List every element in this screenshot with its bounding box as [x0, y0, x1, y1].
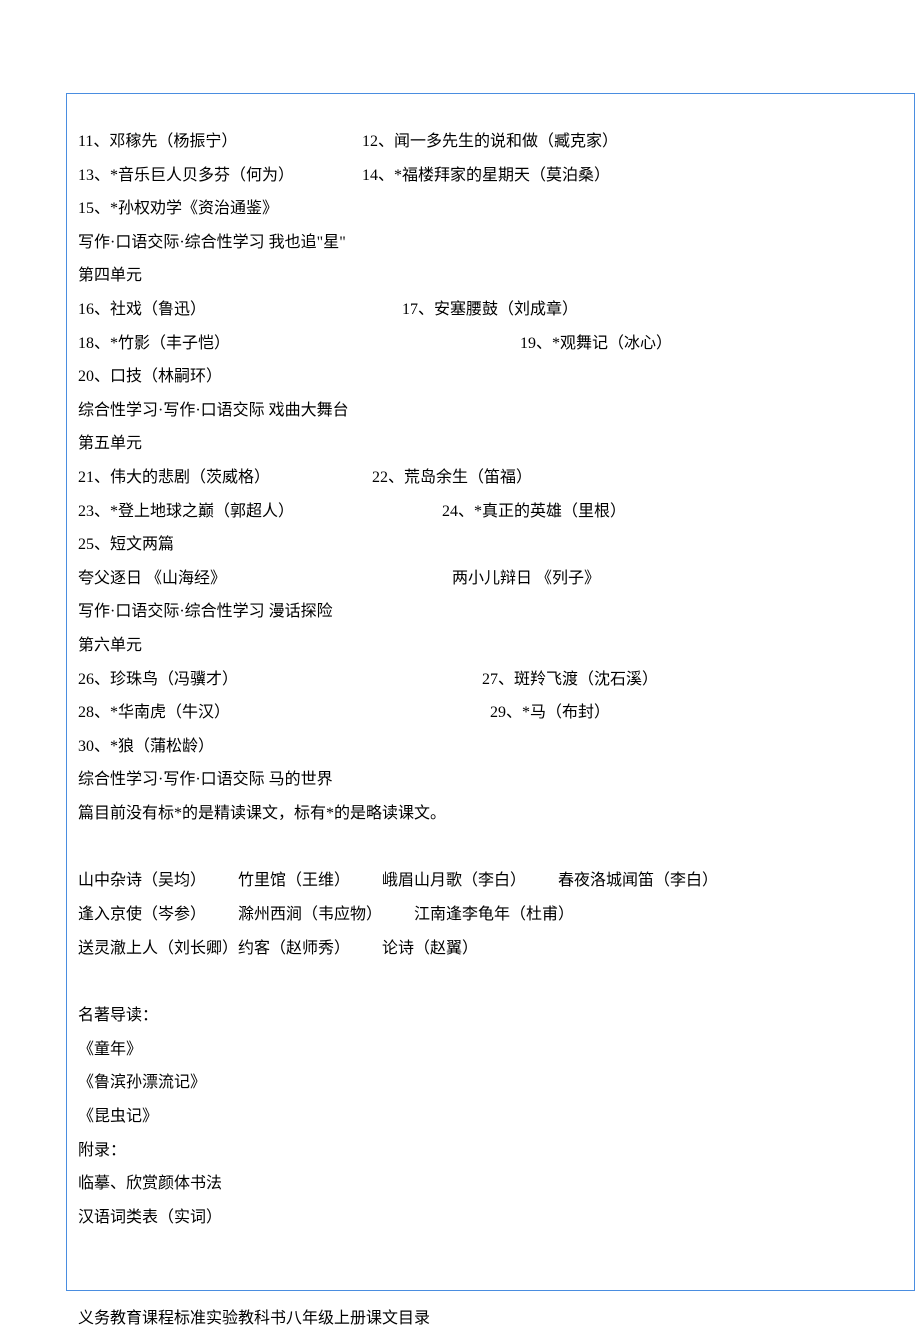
- toc-item: 30、*狼（蒲松龄）: [78, 738, 214, 755]
- poem-item: 滁州西涧（韦应物）: [238, 898, 382, 932]
- activity-text: 综合性学习·写作·口语交际 马的世界: [78, 771, 333, 788]
- spacer: [78, 965, 838, 999]
- poem-item: 江南逢李龟年（杜甫）: [414, 898, 574, 932]
- section-text: 名著导读：: [78, 1007, 158, 1024]
- activity-line: 综合性学习·写作·口语交际 马的世界: [78, 763, 838, 797]
- toc-item: 16、社戏（鲁迅）: [78, 293, 398, 327]
- toc-item: 22、荒岛余生（笛福）: [372, 461, 532, 495]
- note-text: 篇目前没有标*的是精读课文，标有*的是略读课文。: [78, 805, 446, 822]
- toc-row: 18、*竹影（丰子恺） 19、*观舞记（冰心）: [78, 327, 838, 361]
- activity-text: 写作·口语交际·综合性学习 漫话探险: [78, 603, 333, 620]
- toc-item: 21、伟大的悲剧（茨威格）: [78, 461, 368, 495]
- toc-item: 18、*竹影（丰子恺）: [78, 327, 398, 361]
- poem-item: 峨眉山月歌（李白）: [382, 864, 526, 898]
- unit-text: 第五单元: [78, 435, 142, 452]
- next-volume-text: 义务教育课程标准实验教科书八年级上册课文目录: [78, 1310, 430, 1327]
- toc-item: 23、*登上地球之巅（郭超人）: [78, 495, 398, 529]
- toc-item: 19、*观舞记（冰心）: [402, 327, 672, 361]
- list-item: 《鲁滨孙漂流记》: [78, 1066, 838, 1100]
- activity-line: 写作·口语交际·综合性学习 我也追"星": [78, 226, 838, 260]
- poem-item: 论诗（赵翼）: [382, 932, 478, 966]
- unit-text: 第六单元: [78, 637, 142, 654]
- poem-item: 竹里馆（王维）: [238, 864, 350, 898]
- toc-item: 13、*音乐巨人贝多芬（何为）: [78, 159, 398, 193]
- activity-text: 综合性学习·写作·口语交际 戏曲大舞台: [78, 402, 349, 419]
- toc-item: 17、安塞腰鼓（刘成章）: [402, 293, 578, 327]
- list-item: 《昆虫记》: [78, 1100, 838, 1134]
- list-text: 汉语词类表（实词）: [78, 1209, 222, 1226]
- toc-row: 15、*孙权劝学《资治通鉴》: [78, 192, 838, 226]
- toc-row: 21、伟大的悲剧（茨威格） 22、荒岛余生（笛福）: [78, 461, 838, 495]
- note-line: 篇目前没有标*的是精读课文，标有*的是略读课文。: [78, 797, 838, 831]
- spacer: [78, 830, 838, 864]
- poem-row: 逢入京使（岑参） 滁州西涧（韦应物） 江南逢李龟年（杜甫）: [78, 898, 838, 932]
- toc-item: 14、*福楼拜家的星期天（莫泊桑）: [362, 159, 610, 193]
- activity-line: 综合性学习·写作·口语交际 戏曲大舞台: [78, 394, 838, 428]
- list-item: 《童年》: [78, 1033, 838, 1067]
- poem-row: 送灵澈上人（刘长卿）约客（赵师秀） 论诗（赵翼）: [78, 932, 838, 966]
- toc-row: 11、邓稼先（杨振宁） 12、闻一多先生的说和做（臧克家）: [78, 125, 838, 159]
- spacer: [78, 1234, 838, 1268]
- activity-line: 写作·口语交际·综合性学习 漫话探险: [78, 595, 838, 629]
- poem-item: 春夜洛城闻笛（李白）: [558, 864, 718, 898]
- next-volume-heading: 义务教育课程标准实验教科书八年级上册课文目录: [78, 1302, 838, 1336]
- section-text: 附录：: [78, 1142, 126, 1159]
- toc-row: 28、*华南虎（牛汉） 29、*马（布封）: [78, 696, 838, 730]
- activity-text: 写作·口语交际·综合性学习 我也追"星": [78, 234, 346, 251]
- spacer: [78, 1268, 838, 1302]
- toc-item: 两小儿辩日 《列子》: [452, 562, 600, 596]
- unit-heading: 第六单元: [78, 629, 838, 663]
- poem-item: 逢入京使（岑参）: [78, 898, 206, 932]
- toc-row: 夸父逐日 《山海经》 两小儿辩日 《列子》: [78, 562, 838, 596]
- toc-row: 20、口技（林嗣环）: [78, 360, 838, 394]
- toc-row: 16、社戏（鲁迅） 17、安塞腰鼓（刘成章）: [78, 293, 838, 327]
- toc-item: 25、短文两篇: [78, 536, 174, 553]
- poem-item: 送灵澈上人（刘长卿）约客（赵师秀）: [78, 932, 350, 966]
- toc-item: 28、*华南虎（牛汉）: [78, 696, 398, 730]
- list-text: 《童年》: [78, 1041, 142, 1058]
- toc-row: 25、短文两篇: [78, 528, 838, 562]
- toc-item: 12、闻一多先生的说和做（臧克家）: [362, 125, 618, 159]
- list-item: 临摹、欣赏颜体书法: [78, 1167, 838, 1201]
- section-heading: 附录：: [78, 1134, 838, 1168]
- list-text: 临摹、欣赏颜体书法: [78, 1175, 222, 1192]
- unit-text: 第四单元: [78, 267, 142, 284]
- list-text: 《昆虫记》: [78, 1108, 158, 1125]
- poem-item: 山中杂诗（吴均）: [78, 864, 206, 898]
- toc-item: 15、*孙权劝学《资治通鉴》: [78, 200, 278, 217]
- toc-row: 26、珍珠鸟（冯骥才） 27、斑羚飞渡（沈石溪）: [78, 663, 838, 697]
- document-body: 11、邓稼先（杨振宁） 12、闻一多先生的说和做（臧克家） 13、*音乐巨人贝多…: [78, 125, 838, 1336]
- list-text: 《鲁滨孙漂流记》: [78, 1074, 206, 1091]
- toc-item: 24、*真正的英雄（里根）: [402, 495, 626, 529]
- toc-row: 13、*音乐巨人贝多芬（何为） 14、*福楼拜家的星期天（莫泊桑）: [78, 159, 838, 193]
- section-heading: 名著导读：: [78, 999, 838, 1033]
- toc-row: 30、*狼（蒲松龄）: [78, 730, 838, 764]
- toc-item: 29、*马（布封）: [402, 696, 610, 730]
- toc-row: 23、*登上地球之巅（郭超人） 24、*真正的英雄（里根）: [78, 495, 838, 529]
- unit-heading: 第四单元: [78, 259, 838, 293]
- toc-item: 27、斑羚飞渡（沈石溪）: [402, 663, 658, 697]
- toc-item: 20、口技（林嗣环）: [78, 368, 222, 385]
- toc-item: 26、珍珠鸟（冯骥才）: [78, 663, 398, 697]
- poem-row: 山中杂诗（吴均） 竹里馆（王维） 峨眉山月歌（李白） 春夜洛城闻笛（李白）: [78, 864, 838, 898]
- toc-item: 11、邓稼先（杨振宁）: [78, 125, 398, 159]
- toc-item: 夸父逐日 《山海经》: [78, 562, 448, 596]
- unit-heading: 第五单元: [78, 427, 838, 461]
- list-item: 汉语词类表（实词）: [78, 1201, 838, 1235]
